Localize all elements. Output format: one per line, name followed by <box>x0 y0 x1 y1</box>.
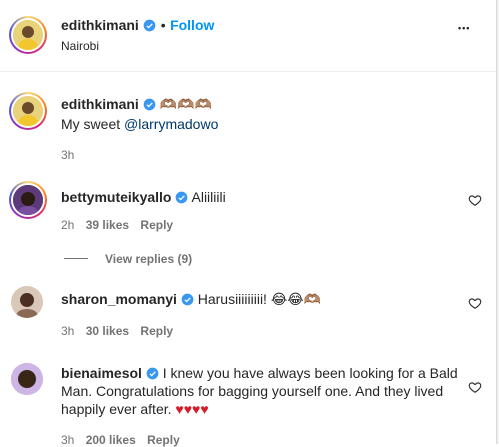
comment-meta: 2h 39 likes Reply <box>61 218 173 232</box>
caption-text-prefix: My sweet <box>61 116 125 132</box>
comment-text: Aliiliili <box>191 189 226 205</box>
replies-divider <box>64 258 88 259</box>
comment-time[interactable]: 3h <box>61 324 74 338</box>
post-header: edithkimani • Follow Nairobi ••• <box>0 0 496 72</box>
caption: edithkimani 🫶🏽🫶🏽🫶🏽 <box>61 95 481 113</box>
like-heart-icon[interactable] <box>468 380 482 394</box>
comment-body: sharon_momanyi Harusiiiiiiiii! 😂😂🫶🏽 <box>61 290 321 308</box>
more-options-icon[interactable]: ••• <box>458 23 470 33</box>
separator-dot: • <box>160 17 166 33</box>
comment-username[interactable]: bettymuteikyallo <box>61 189 171 205</box>
caption-time[interactable]: 3h <box>61 148 74 162</box>
post-location[interactable]: Nairobi <box>61 39 99 53</box>
author-avatar[interactable] <box>9 16 47 54</box>
verified-badge-icon <box>146 367 159 380</box>
comment-likes[interactable]: 39 likes <box>86 218 129 232</box>
caption-username[interactable]: edithkimani <box>61 96 139 112</box>
comment-meta: 3h 30 likes Reply <box>61 324 173 338</box>
comment-meta: 3h 200 likes Reply <box>61 433 180 447</box>
commenter-avatar[interactable] <box>11 363 43 395</box>
follow-button[interactable]: Follow <box>170 17 214 33</box>
commenter-avatar[interactable] <box>11 286 43 318</box>
comment-hearts: ♥♥♥♥ <box>175 401 209 417</box>
comment-likes[interactable]: 30 likes <box>86 324 129 338</box>
view-replies-button[interactable]: View replies (9) <box>105 252 192 266</box>
post-panel: edithkimani • Follow Nairobi ••• edithki… <box>0 0 497 447</box>
reply-button[interactable]: Reply <box>140 218 173 232</box>
verified-badge-icon <box>181 293 194 306</box>
verified-badge-icon <box>143 19 156 32</box>
reply-button[interactable]: Reply <box>140 324 173 338</box>
commenter-avatar[interactable] <box>9 181 47 219</box>
caption-author-avatar[interactable] <box>9 92 47 130</box>
verified-badge-icon <box>176 191 188 204</box>
verified-badge-icon <box>143 98 156 111</box>
author-username[interactable]: edithkimani <box>61 17 139 33</box>
reply-button[interactable]: Reply <box>147 433 180 447</box>
comment-body: bienaimesol I knew you have always been … <box>61 364 461 418</box>
comment-time[interactable]: 3h <box>61 433 74 447</box>
comment-likes[interactable]: 200 likes <box>86 433 136 447</box>
like-heart-icon[interactable] <box>468 296 482 310</box>
caption-text: My sweet @larrymadowo <box>61 115 218 133</box>
caption-emojis: 🫶🏽🫶🏽🫶🏽 <box>159 96 212 112</box>
comment-username[interactable]: bienaimesol <box>61 365 142 381</box>
caption-mention[interactable]: @larrymadowo <box>124 116 218 132</box>
like-heart-icon[interactable] <box>468 193 482 207</box>
comment-username[interactable]: sharon_momanyi <box>61 291 177 307</box>
comment-body: bettymuteikyallo Aliiliili <box>61 188 226 206</box>
comment-text: Harusiiiiiiiii! 😂😂🫶🏽 <box>197 291 321 307</box>
comment-time[interactable]: 2h <box>61 218 74 232</box>
